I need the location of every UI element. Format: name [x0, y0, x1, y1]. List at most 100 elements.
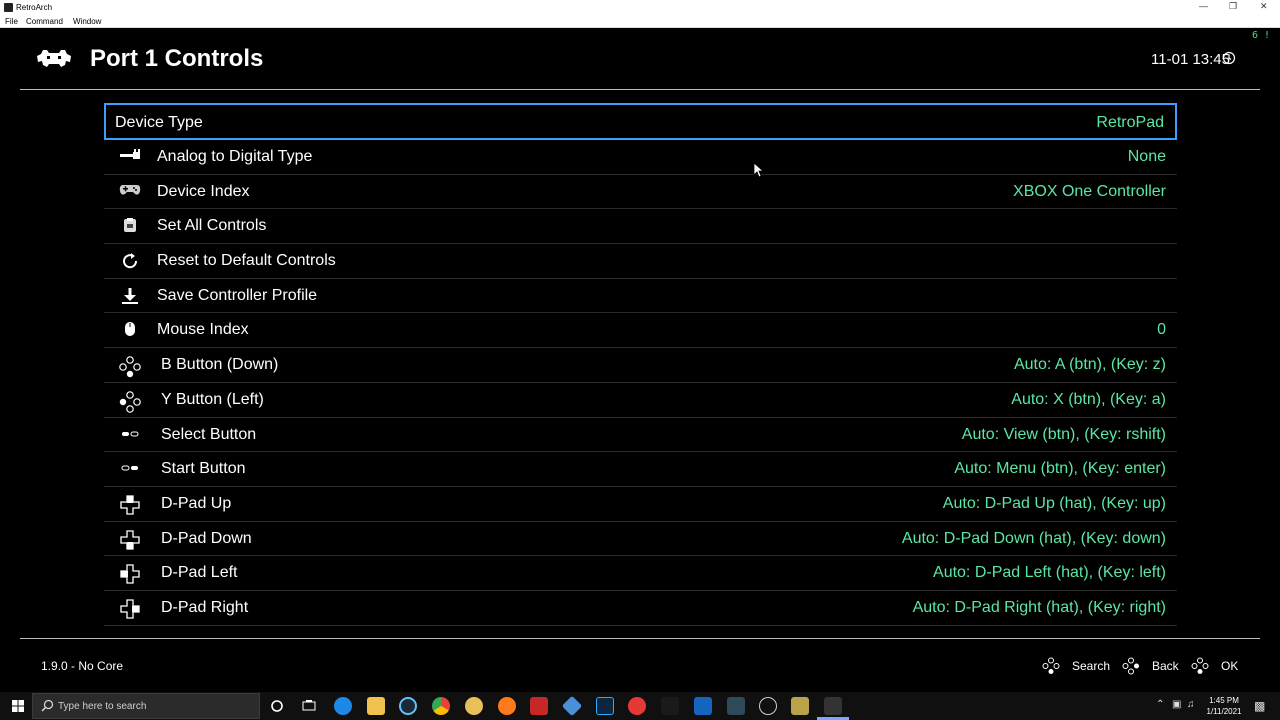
- taskbar: ⌃ ▣ ♫ 1:45 PM 1/11/2021 ▩: [0, 692, 1280, 720]
- mouse-icon: [118, 321, 142, 339]
- menu-window[interactable]: Window: [73, 17, 101, 26]
- setting-label: D-Pad Up: [161, 494, 232, 512]
- fps-counter: 6 !: [1251, 30, 1270, 41]
- setting-label: D-Pad Down: [161, 529, 252, 547]
- setting-row[interactable]: Select Button Auto: View (btn), (Key: rsh…: [104, 418, 1177, 453]
- clock-icon: [1222, 51, 1236, 65]
- retroarch-logo-icon: [37, 50, 71, 67]
- close-button[interactable]: ✕: [1260, 1, 1268, 12]
- volume-icon[interactable]: ♫: [1187, 699, 1195, 710]
- setting-value: Auto: D-Pad Up (hat), (Key: up): [942, 494, 1166, 512]
- menu-command[interactable]: Command: [26, 17, 63, 26]
- setting-label: Set All Controls: [157, 217, 267, 235]
- setting-label: Analog to Digital Type: [157, 148, 313, 165]
- setting-row[interactable]: Start Button Auto: Menu (btn), (Key: ente…: [104, 452, 1177, 487]
- mouse-cursor-icon: [754, 163, 764, 178]
- taskbar-clock[interactable]: 1:45 PM 1/11/2021: [1200, 695, 1248, 717]
- setting-row[interactable]: Y Button (Left) Auto: X (btn), (Key: a): [104, 383, 1177, 418]
- setting-row[interactable]: Save Controller Profile: [104, 279, 1177, 314]
- gamepad-icon: [118, 183, 142, 201]
- setting-row[interactable]: B Button (Down) Auto: A (btn), (Key: z): [104, 348, 1177, 383]
- app-icon-6[interactable]: [727, 697, 745, 715]
- network-icon[interactable]: ▣: [1172, 699, 1181, 710]
- back-hint[interactable]: Back: [1152, 659, 1179, 673]
- reset-icon: [118, 252, 142, 270]
- face-buttons-down-icon: [118, 356, 142, 378]
- clipboard-icon: [118, 217, 142, 235]
- setting-row[interactable]: Reset to Default Controls: [104, 244, 1177, 279]
- setting-value: Auto: View (btn), (Key: rshift): [961, 425, 1166, 443]
- setting-label: D-Pad Right: [161, 598, 249, 616]
- core-version-text: 1.9.0 - No Core: [41, 659, 124, 673]
- menu-footer: 1.9.0 - No Core Search Back OK: [0, 640, 1280, 692]
- face-buttons-left-icon: [118, 391, 142, 413]
- cortana-icon[interactable]: [268, 697, 286, 715]
- back-hint-icon: [1122, 657, 1139, 675]
- setting-value: RetroPad: [1096, 114, 1164, 131]
- setting-label: B Button (Down): [161, 356, 279, 374]
- search-hint[interactable]: Search: [1072, 659, 1110, 673]
- setting-value: Auto: Menu (btn), (Key: enter): [954, 460, 1166, 478]
- dpad-down-icon: [118, 529, 142, 550]
- clock-text: 11-01 13:45: [1151, 51, 1230, 68]
- notifications-icon[interactable]: ▩: [1254, 699, 1265, 713]
- start-icon: [118, 460, 142, 478]
- dpad-left-icon: [118, 564, 142, 584]
- setting-row[interactable]: D-Pad Left Auto: D-Pad Left (hat), (Key: …: [104, 556, 1177, 591]
- task-view-icon[interactable]: [300, 697, 318, 715]
- setting-row[interactable]: Mouse Index 0: [104, 313, 1177, 349]
- setting-row[interactable]: D-Pad Right Auto: D-Pad Right (hat), (Key…: [104, 591, 1177, 626]
- setting-value: None: [1127, 148, 1166, 165]
- taskbar-search-input[interactable]: [58, 698, 253, 715]
- analog-icon: [118, 148, 142, 166]
- setting-row[interactable]: Device Index XBOX One Controller: [104, 175, 1177, 210]
- maximize-button[interactable]: ❐: [1229, 1, 1237, 12]
- retroarch-app-icon: [4, 3, 13, 12]
- window-title: RetroArch: [16, 3, 53, 12]
- setting-row[interactable]: D-Pad Up Auto: D-Pad Up (hat), (Key: up): [104, 487, 1177, 522]
- dpad-right-icon: [118, 599, 142, 619]
- app-icon-8[interactable]: [791, 697, 809, 715]
- setting-label: Start Button: [161, 460, 246, 478]
- chrome-icon[interactable]: [432, 697, 450, 715]
- menu-file[interactable]: File: [5, 17, 18, 26]
- setting-value: Auto: D-Pad Down (hat), (Key: down): [901, 529, 1166, 547]
- photoshop-icon[interactable]: [596, 697, 614, 715]
- edge-icon[interactable]: [334, 697, 352, 715]
- setting-row[interactable]: Set All Controls: [104, 209, 1177, 245]
- setting-value: 0: [1157, 321, 1166, 339]
- windows-start-icon[interactable]: [12, 700, 24, 712]
- minimize-button[interactable]: —: [1199, 1, 1208, 11]
- ok-hint[interactable]: OK: [1221, 659, 1238, 673]
- app-icon-4[interactable]: [628, 697, 646, 715]
- setting-row[interactable]: Analog to Digital Type None: [104, 140, 1177, 175]
- menu-header: 6 ! Port 1 Controls 11-01 13:45: [0, 28, 1280, 90]
- setting-label: Device Type: [115, 114, 203, 131]
- page-title: Port 1 Controls: [90, 45, 264, 72]
- setting-label: Reset to Default Controls: [157, 252, 336, 270]
- setting-label: D-Pad Left: [161, 564, 238, 582]
- footer-divider: [20, 638, 1260, 639]
- controls-list: Device Type RetroPad Analog to Digital Typ…: [104, 103, 1177, 638]
- file-explorer-icon[interactable]: [367, 697, 385, 715]
- window-menubar: File Command Window: [0, 15, 1280, 28]
- app-icon-1[interactable]: [465, 697, 483, 715]
- filezilla-icon[interactable]: [530, 697, 548, 715]
- setting-row[interactable]: Device Type RetroPad: [104, 103, 1177, 140]
- retroarch-taskbar-icon[interactable]: [661, 697, 679, 715]
- taskbar-search-box[interactable]: [32, 693, 260, 719]
- setting-label: Y Button (Left): [161, 390, 264, 408]
- app-icon-7[interactable]: [759, 697, 777, 715]
- steam-icon[interactable]: [399, 697, 417, 715]
- tray-chevron-icon[interactable]: ⌃: [1156, 699, 1164, 710]
- ok-hint-icon: [1191, 657, 1209, 674]
- setting-row[interactable]: D-Pad Down Auto: D-Pad Down (hat), (Key: …: [104, 522, 1177, 557]
- download-icon: [118, 287, 142, 305]
- app-icon-3[interactable]: [561, 695, 583, 717]
- app-icon-2[interactable]: [498, 697, 516, 715]
- app-icon-5[interactable]: [694, 697, 712, 715]
- retroarch-active-taskbar-icon[interactable]: [824, 697, 842, 715]
- search-icon: [41, 699, 54, 712]
- setting-value: Auto: A (btn), (Key: z): [1013, 356, 1166, 374]
- setting-value: Auto: D-Pad Right (hat), (Key: right): [912, 598, 1166, 616]
